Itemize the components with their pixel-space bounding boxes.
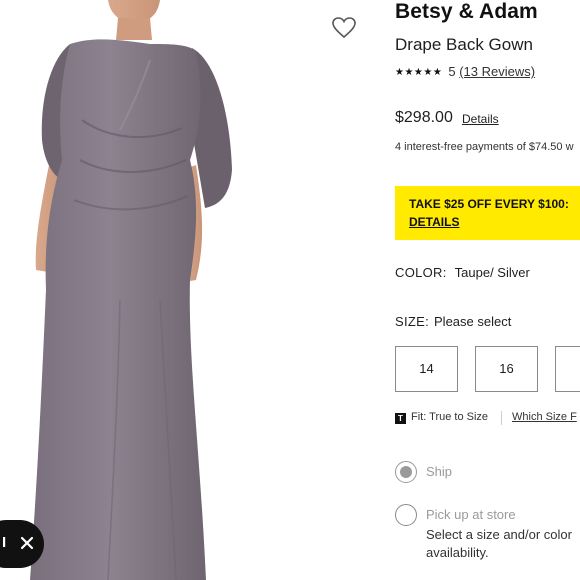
rating-summary: ★★★★★ 5 (13 Reviews) xyxy=(395,64,535,79)
pickup-note-line2: availability. xyxy=(426,545,489,560)
gown-illustration xyxy=(30,0,232,580)
price-details-link[interactable]: Details xyxy=(462,112,499,126)
price: $298.00 xyxy=(395,109,453,126)
divider xyxy=(501,411,502,425)
chat-indicator: I xyxy=(2,534,7,551)
size-option-14[interactable]: 14 xyxy=(395,346,458,392)
promo-text: TAKE $25 OFF EVERY $100: xyxy=(409,197,569,211)
ship-label: Ship xyxy=(426,464,453,479)
close-icon[interactable] xyxy=(17,530,37,556)
brand-name[interactable]: Betsy & Adam xyxy=(395,0,538,24)
promo-banner: TAKE $25 OFF EVERY $100: DETAILS xyxy=(395,186,580,240)
ship-radio[interactable] xyxy=(395,461,417,483)
size-label: SIZE: xyxy=(395,314,430,329)
rating-value: 5 xyxy=(448,64,456,79)
product-page: I Betsy & Adam Drape Back Gown ★★★★★ 5 (1… xyxy=(0,0,580,580)
color-label: COLOR: xyxy=(395,265,447,280)
fit-t-icon: T xyxy=(395,413,406,424)
product-image[interactable]: I xyxy=(0,0,372,580)
color-selector: COLOR: Taupe/ Silver xyxy=(395,265,530,280)
promo-details-link[interactable]: DETAILS xyxy=(409,215,459,229)
size-option-next[interactable] xyxy=(555,346,580,392)
which-size-link[interactable]: Which Size F xyxy=(512,411,577,423)
fit-info: T Fit: True to Size xyxy=(395,411,488,424)
product-info-panel: Betsy & Adam Drape Back Gown ★★★★★ 5 (13 … xyxy=(395,0,580,580)
size-option-16[interactable]: 16 xyxy=(475,346,538,392)
size-prompt: Please select xyxy=(434,314,512,329)
heart-icon[interactable] xyxy=(331,16,357,40)
product-title: Drape Back Gown xyxy=(395,35,533,54)
reviews-link[interactable]: (13 Reviews) xyxy=(459,64,535,79)
rating-stars-icon: ★★★★★ xyxy=(395,67,443,78)
size-selector: SIZE: Please select xyxy=(395,314,511,329)
fit-text: Fit: True to Size xyxy=(411,411,489,423)
radio-selected-dot xyxy=(400,466,412,478)
color-value: Taupe/ Silver xyxy=(454,265,530,280)
installments-text: 4 interest-free payments of $74.50 w xyxy=(395,141,574,153)
pickup-label: Pick up at store xyxy=(426,507,516,522)
pickup-note: Select a size and/or color xyxy=(426,527,572,542)
pickup-radio[interactable] xyxy=(395,504,417,526)
